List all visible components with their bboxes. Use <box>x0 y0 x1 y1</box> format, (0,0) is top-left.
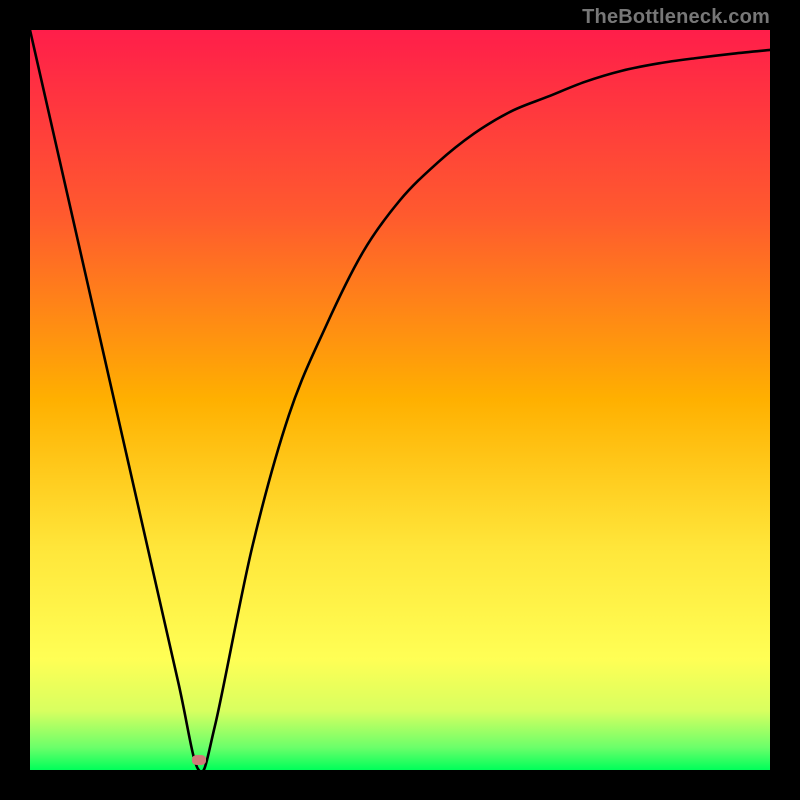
bottleneck-curve <box>30 30 770 770</box>
curve-svg <box>30 30 770 770</box>
chart-frame: TheBottleneck.com <box>0 0 800 800</box>
min-marker <box>192 755 206 765</box>
plot-area <box>30 30 770 770</box>
watermark-text: TheBottleneck.com <box>582 6 770 29</box>
